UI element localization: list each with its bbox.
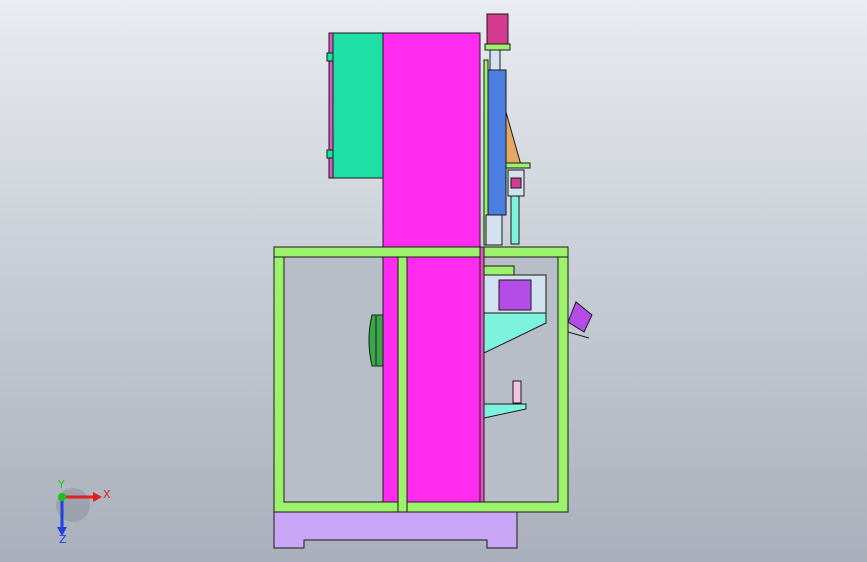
wedge-plate (505, 111, 522, 166)
vertical-slide (487, 69, 507, 216)
machine-base (273, 511, 518, 549)
frame-center-post (397, 246, 408, 513)
machine-assembly[interactable] (273, 13, 593, 549)
spindle-rod (510, 195, 520, 245)
lower-pin (512, 380, 522, 404)
hinge-bottom-icon (326, 149, 334, 159)
electrical-cabinet (332, 32, 384, 179)
frame-top-rail (273, 246, 569, 258)
y-axis-label: Y (57, 478, 65, 491)
sensor-cable (567, 331, 590, 339)
y-axis-dot-icon (58, 493, 66, 501)
hinge-top-icon (326, 52, 334, 62)
z-axis-label: Z (59, 533, 67, 546)
column-edge-strip (479, 246, 485, 503)
connector-block (483, 265, 515, 276)
frame-opening-left (283, 256, 399, 503)
slide-lower-block (485, 214, 503, 246)
cad-viewport[interactable]: X Y Z (0, 0, 867, 562)
axis-triad: X Y Z (56, 478, 111, 546)
wedge-bracket (505, 162, 531, 169)
top-cylinder (486, 13, 509, 45)
side-sensor-icon[interactable] (567, 301, 593, 333)
spindle-collar (510, 177, 522, 189)
x-axis-label: X (103, 488, 111, 501)
x-axis-arrow-icon (93, 492, 102, 502)
purple-actuator (498, 279, 532, 311)
top-cylinder-cap (484, 43, 511, 51)
top-cylinder-rod (489, 49, 501, 71)
